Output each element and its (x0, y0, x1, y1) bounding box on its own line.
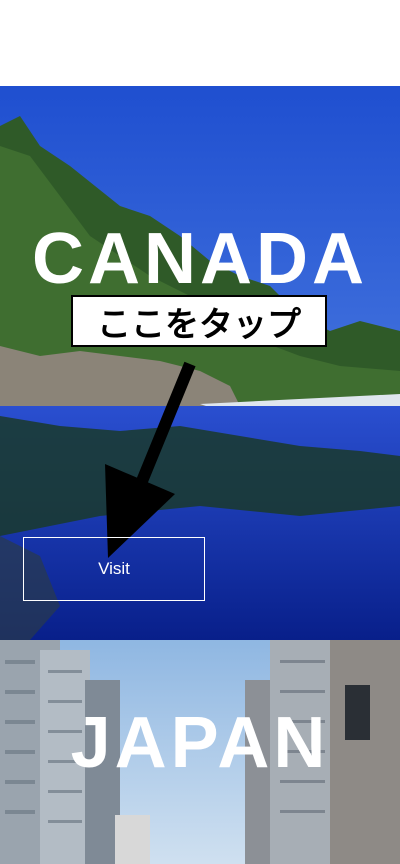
hero-japan: JAPAN (0, 640, 400, 864)
japan-title: JAPAN (70, 703, 330, 783)
tap-here-annotation: ここをタップ (71, 295, 327, 347)
hero-canada: CANADA ここをタップ Visit (0, 86, 400, 640)
canada-title: CANADA (32, 219, 368, 299)
top-white-bar (0, 0, 400, 86)
visit-button[interactable]: Visit (23, 537, 205, 601)
